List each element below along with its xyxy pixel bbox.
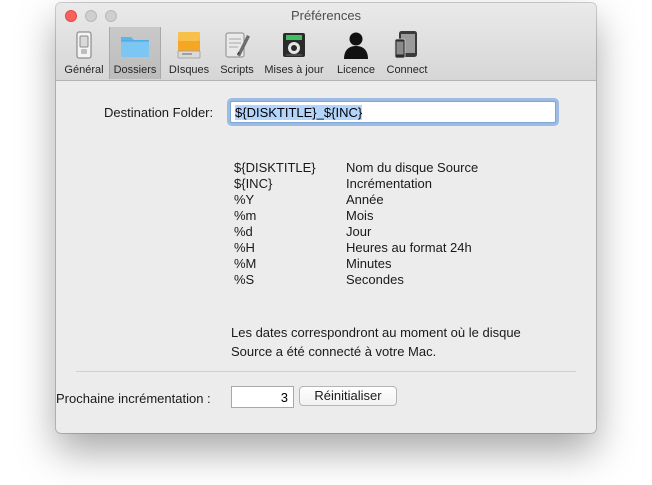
dates-note: Les dates correspondront au moment où le… [231, 323, 551, 361]
legend-desc: Heures au format 24h [346, 240, 472, 255]
tab-disques[interactable]: DIsques [164, 27, 214, 79]
script-icon [225, 32, 250, 58]
tab-licence-label: Licence [337, 64, 375, 76]
legend-code: %m [234, 208, 257, 223]
toolbar: Préférences Général Dossiers DIsques Scr… [56, 3, 596, 81]
legend-desc: Secondes [346, 272, 404, 287]
legend-code: ${INC} [234, 176, 273, 191]
tab-mises-a-jour-label: Mises à jour [264, 64, 324, 76]
legend-desc: Incrémentation [346, 176, 432, 191]
disk-icon [177, 32, 201, 59]
destination-folder-field[interactable]: ${DISKTITLE}_${INC} [230, 101, 556, 123]
legend-code: %Y [234, 192, 255, 207]
folder-icon [121, 37, 149, 57]
legend-code: %H [234, 240, 255, 255]
tab-scripts[interactable]: Scripts [214, 27, 260, 79]
legend-desc: Jour [346, 224, 372, 239]
dates-note-line2: Source a été connecté à votre Mac. [231, 344, 437, 359]
dates-note-line1: Les dates correspondront au moment où le… [231, 325, 521, 340]
legend-desc: Minutes [346, 256, 392, 271]
reset-button[interactable]: Réinitialiser [299, 386, 397, 406]
window-title: Préférences [290, 8, 362, 23]
tab-general-label: Général [64, 64, 104, 76]
tab-scripts-label: Scripts [220, 64, 254, 76]
increment-label: Prochaine incrémentation : [56, 391, 211, 406]
devices-icon [394, 31, 417, 59]
tab-dossiers-label: Dossiers [113, 64, 157, 76]
tab-connect[interactable]: Connect [382, 27, 432, 79]
separator [76, 371, 576, 372]
destination-label: Destination Folder: [104, 105, 214, 120]
legend-code: %d [234, 224, 253, 239]
switch-icon [76, 31, 92, 59]
update-icon [283, 33, 305, 57]
legend-code: %M [234, 256, 257, 271]
legend-desc: Nom du disque Source [346, 160, 479, 175]
tab-dossiers[interactable]: Dossiers [109, 27, 161, 79]
desktop: Préférences Général Dossiers DIsques Scr… [0, 0, 652, 485]
tab-disques-label: DIsques [168, 64, 210, 76]
tab-licence[interactable]: Licence [332, 27, 380, 79]
preferences-window: Préférences Général Dossiers DIsques Scr… [56, 3, 596, 433]
tab-connect-label: Connect [386, 64, 428, 76]
legend-code: %S [234, 272, 255, 287]
legend-code: ${DISKTITLE} [234, 160, 316, 175]
tab-mises-a-jour[interactable]: Mises à jour [262, 27, 326, 79]
destination-folder-value: ${DISKTITLE}_${INC} [235, 105, 363, 120]
legend-desc: Mois [346, 208, 374, 223]
tab-general[interactable]: Général [60, 27, 108, 79]
legend-desc: Année [346, 192, 384, 207]
person-icon [344, 32, 368, 59]
increment-field[interactable]: 3 [231, 386, 294, 408]
dossiers-pane: Destination Folder: ${DISKTITLE}_${INC} … [56, 81, 596, 433]
